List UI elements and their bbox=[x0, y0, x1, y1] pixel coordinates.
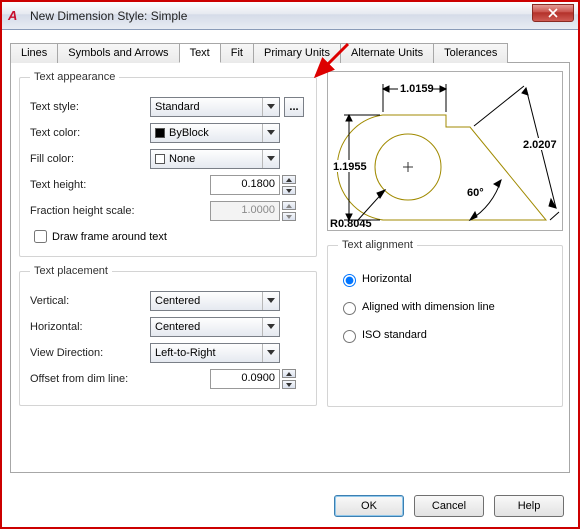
app-icon: A bbox=[8, 8, 24, 24]
chevron-down-icon bbox=[262, 98, 278, 116]
titlebar: A New Dimension Style: Simple bbox=[2, 2, 578, 30]
radio-iso[interactable]: ISO standard bbox=[338, 327, 552, 343]
label-text-style: Text style: bbox=[30, 101, 150, 113]
label-text-height: Text height: bbox=[30, 179, 210, 191]
spin-up-icon[interactable] bbox=[282, 369, 296, 378]
label-fraction-height: Fraction height scale: bbox=[30, 205, 210, 217]
spinner-text-height[interactable]: 0.1800 bbox=[210, 175, 296, 195]
window-title: New Dimension Style: Simple bbox=[30, 9, 187, 23]
tab-tolerances[interactable]: Tolerances bbox=[433, 43, 508, 63]
close-button[interactable] bbox=[532, 4, 574, 22]
label-horizontal: Horizontal: bbox=[30, 321, 150, 333]
dropdown-view-direction[interactable]: Left-to-Right bbox=[150, 343, 280, 363]
group-text-placement: Text placement Vertical: Centered Horizo… bbox=[19, 265, 317, 406]
svg-text:2.0207: 2.0207 bbox=[523, 139, 557, 151]
preview-panel: 1.0159 1.1955 2.0207 60° R0.8045 bbox=[327, 71, 563, 231]
tab-alternate-units[interactable]: Alternate Units bbox=[340, 43, 434, 63]
label-text-color: Text color: bbox=[30, 127, 150, 139]
text-style-browse-button[interactable]: ... bbox=[284, 97, 304, 117]
tab-fit[interactable]: Fit bbox=[220, 43, 254, 63]
spin-down-icon bbox=[282, 212, 296, 221]
dialog-buttons: OK Cancel Help bbox=[334, 495, 564, 517]
cancel-button[interactable]: Cancel bbox=[414, 495, 484, 517]
tab-strip: Lines Symbols and Arrows Text Fit Primar… bbox=[10, 42, 570, 63]
tab-body: Text appearance Text style: Standard ...… bbox=[10, 63, 570, 473]
label-vertical: Vertical: bbox=[30, 295, 150, 307]
group-text-appearance: Text appearance Text style: Standard ...… bbox=[19, 71, 317, 257]
close-icon bbox=[548, 8, 558, 18]
dropdown-text-color[interactable]: ByBlock bbox=[150, 123, 280, 143]
dropdown-fill-color[interactable]: None bbox=[150, 149, 280, 169]
svg-text:1.1955: 1.1955 bbox=[333, 161, 367, 173]
legend-placement: Text placement bbox=[30, 265, 112, 277]
spin-up-icon bbox=[282, 201, 296, 210]
tab-symbols-and-arrows[interactable]: Symbols and Arrows bbox=[57, 43, 179, 63]
label-offset: Offset from dim line: bbox=[30, 373, 210, 385]
tab-lines[interactable]: Lines bbox=[10, 43, 58, 63]
radio-horizontal[interactable]: Horizontal bbox=[338, 271, 552, 287]
label-view-direction: View Direction: bbox=[30, 347, 150, 359]
chevron-down-icon bbox=[262, 292, 278, 310]
color-swatch-icon bbox=[155, 128, 165, 138]
svg-text:60°: 60° bbox=[467, 187, 484, 199]
tab-primary-units[interactable]: Primary Units bbox=[253, 43, 341, 63]
checkbox-draw-frame[interactable]: Draw frame around text bbox=[30, 227, 306, 246]
radio-aligned[interactable]: Aligned with dimension line bbox=[338, 299, 552, 315]
spinner-offset[interactable]: 0.0900 bbox=[210, 369, 296, 389]
color-swatch-icon bbox=[155, 154, 165, 164]
legend-appearance: Text appearance bbox=[30, 71, 119, 83]
tab-text[interactable]: Text bbox=[179, 43, 221, 63]
group-text-alignment: Text alignment Horizontal Aligned with d… bbox=[327, 239, 563, 407]
label-fill-color: Fill color: bbox=[30, 153, 150, 165]
help-button[interactable]: Help bbox=[494, 495, 564, 517]
dropdown-vertical[interactable]: Centered bbox=[150, 291, 280, 311]
svg-text:1.0159: 1.0159 bbox=[400, 83, 434, 95]
legend-alignment: Text alignment bbox=[338, 239, 417, 251]
dropdown-text-style[interactable]: Standard bbox=[150, 97, 280, 117]
spin-up-icon[interactable] bbox=[282, 175, 296, 184]
spinner-fraction-height: 1.0000 bbox=[210, 201, 296, 221]
chevron-down-icon bbox=[262, 150, 278, 168]
chevron-down-icon bbox=[262, 318, 278, 336]
svg-text:R0.8045: R0.8045 bbox=[330, 218, 372, 230]
dropdown-horizontal[interactable]: Centered bbox=[150, 317, 280, 337]
spin-down-icon[interactable] bbox=[282, 186, 296, 195]
chevron-down-icon bbox=[262, 344, 278, 362]
chevron-down-icon bbox=[262, 124, 278, 142]
spin-down-icon[interactable] bbox=[282, 380, 296, 389]
ok-button[interactable]: OK bbox=[334, 495, 404, 517]
